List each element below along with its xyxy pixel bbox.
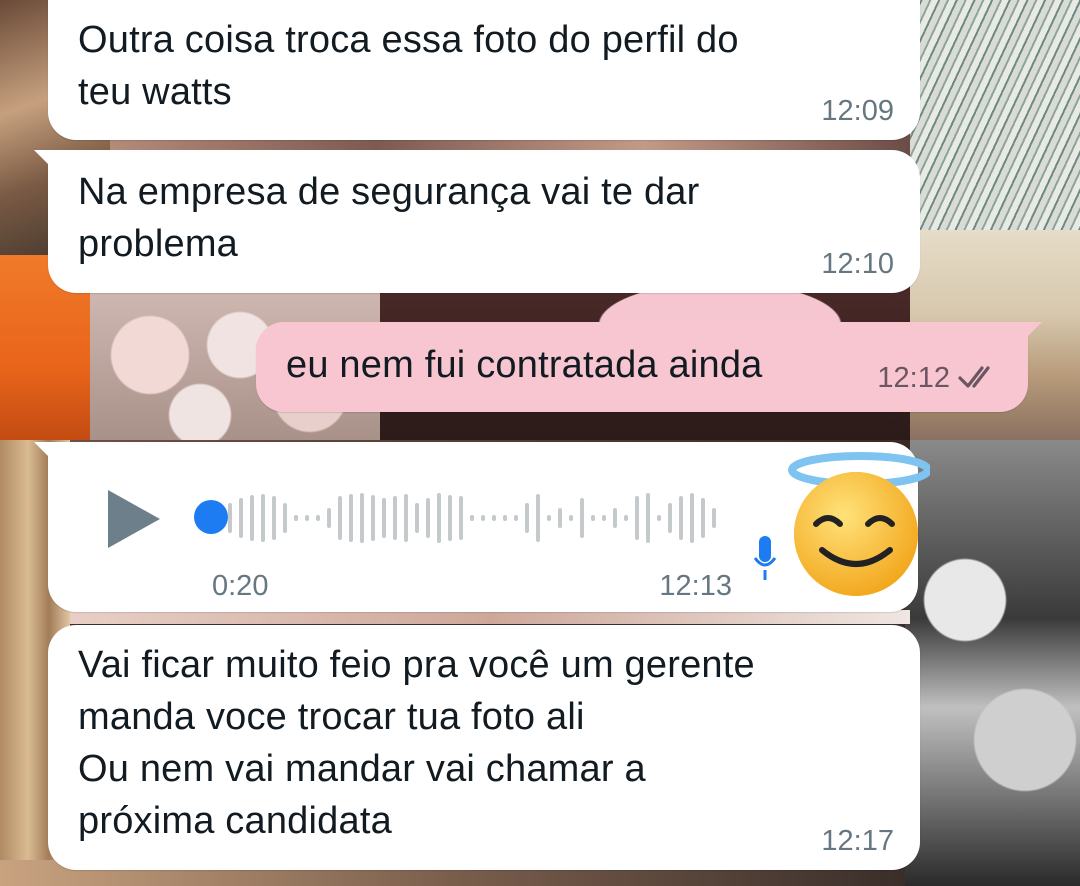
message-time: 12:12 — [877, 362, 950, 394]
double-check-icon — [956, 362, 1002, 397]
message-time: 12:13 — [659, 570, 732, 602]
waveform-bar — [448, 495, 452, 541]
waveform-bar — [701, 498, 705, 538]
waveform-bar — [349, 494, 353, 542]
waveform-bar — [305, 515, 309, 521]
waveform-bar — [426, 498, 430, 538]
waveform-bar — [327, 508, 331, 528]
waveform-bar — [635, 496, 639, 540]
play-icon[interactable] — [104, 486, 164, 552]
voice-duration: 0:20 — [212, 570, 269, 602]
waveform-bar — [569, 515, 573, 521]
waveform-bar — [514, 515, 518, 521]
waveform-bar — [437, 493, 441, 543]
waveform-bar — [525, 503, 529, 533]
waveform-bar — [228, 503, 232, 533]
message-text: Outra coisa troca essa foto do perfil do… — [78, 19, 739, 113]
message-bubble-outgoing[interactable]: eu nem fui contratada ainda 12:12 — [256, 322, 1042, 412]
waveform-bar — [580, 498, 584, 538]
waveform-bar — [536, 494, 540, 542]
waveform-bar — [503, 515, 507, 521]
message-bubble-incoming[interactable]: Outra coisa troca essa foto do perfil do… — [48, 0, 920, 140]
message-time: 12:09 — [821, 95, 894, 127]
waveform-bar — [239, 498, 243, 538]
waveform-bar — [679, 496, 683, 540]
waveform-bar — [470, 515, 474, 521]
waveform-bar — [371, 495, 375, 541]
chat-screen: Outra coisa troca essa foto do perfil do… — [0, 0, 1080, 886]
voice-seek-handle[interactable] — [194, 500, 228, 534]
waveform-bar — [558, 508, 562, 528]
waveform-bar — [459, 496, 463, 540]
microphone-icon — [752, 532, 778, 589]
message-time: 12:17 — [821, 825, 894, 857]
waveform-bar — [492, 515, 496, 521]
waveform-bar — [393, 496, 397, 540]
waveform-bar — [294, 515, 298, 521]
waveform-bar — [602, 515, 606, 521]
message-text: Vai ficar muito feio pra você um gerente… — [78, 644, 755, 842]
waveform-bar — [646, 493, 650, 543]
waveform-bar — [250, 495, 254, 541]
waveform-bar — [360, 493, 364, 543]
waveform-bar — [261, 494, 265, 542]
sender-avatar[interactable] — [753, 448, 932, 608]
waveform-bar — [481, 515, 485, 521]
waveform-bar — [613, 508, 617, 528]
waveform-bar — [690, 493, 694, 543]
waveform-bar — [316, 515, 320, 521]
waveform-bar — [712, 508, 716, 528]
waveform-bar — [382, 498, 386, 538]
waveform-bar — [415, 503, 419, 533]
message-bubble-incoming[interactable]: Na empresa de segurança vai te dar probl… — [34, 150, 920, 293]
message-text: eu nem fui contratada ainda — [286, 344, 763, 386]
message-time: 12:10 — [821, 248, 894, 280]
message-bubble-incoming[interactable]: Vai ficar muito feio pra você um gerente… — [48, 625, 920, 870]
waveform-bar — [283, 503, 287, 533]
message-text: Na empresa de segurança vai te dar probl… — [78, 171, 700, 265]
waveform-bar — [624, 515, 628, 521]
waveform-bar — [657, 515, 661, 521]
waveform-bar — [591, 515, 595, 521]
voice-waveform[interactable] — [220, 478, 740, 558]
waveform-bar — [547, 515, 551, 521]
waveform-bar — [668, 503, 672, 533]
waveform-bar — [338, 496, 342, 540]
waveform-bar — [404, 494, 408, 542]
waveform-bar — [272, 496, 276, 540]
